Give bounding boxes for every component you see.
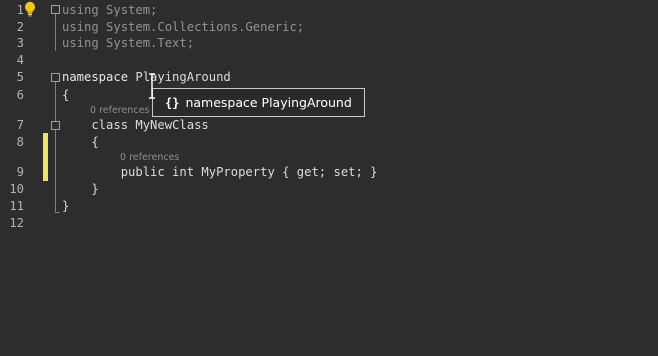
- code-line-9[interactable]: public int MyProperty { get; set; }: [62, 164, 378, 180]
- codelens-class-references[interactable]: 0 references: [90, 105, 149, 116]
- fold-toggle-class[interactable]: [51, 121, 60, 130]
- code-line-1[interactable]: using System;: [62, 2, 157, 18]
- editor-gutter: 1 2 3 4 5 6 7 8 9 10 11 12: [0, 0, 60, 356]
- fold-toggle-namespace[interactable]: [51, 73, 60, 82]
- code-line-3[interactable]: using System.Text;: [62, 35, 194, 51]
- line-number: 11: [9, 199, 24, 213]
- quick-info-tooltip: {} namespace PlayingAround: [152, 88, 365, 117]
- line-number: 4: [16, 53, 24, 67]
- line-number: 1: [16, 3, 24, 17]
- line-number: 10: [9, 182, 24, 196]
- code-editor[interactable]: 1 2 3 4 5 6 7 8 9 10 11 12 using System;…: [0, 0, 658, 356]
- codelens-property-references[interactable]: 0 references: [120, 152, 179, 163]
- namespace-keyword: namespace: [62, 70, 136, 84]
- line-number: 3: [16, 36, 24, 50]
- line-number: 9: [16, 165, 24, 179]
- code-line-2[interactable]: using System.Collections.Generic;: [62, 19, 304, 35]
- code-line-11[interactable]: }: [62, 198, 69, 214]
- quick-info-text: namespace PlayingAround: [185, 95, 352, 110]
- fold-toggle-using[interactable]: [51, 5, 60, 14]
- namespace-icon: {}: [165, 96, 180, 110]
- text-cursor-icon: [149, 73, 155, 99]
- line-number: 7: [16, 118, 24, 132]
- change-indicator-bar: [43, 133, 48, 181]
- code-line-7[interactable]: class MyNewClass: [62, 117, 208, 133]
- fold-guide: [55, 14, 56, 51]
- code-line-10[interactable]: }: [62, 181, 98, 197]
- fold-guide-end: [55, 212, 60, 213]
- line-number: 5: [16, 70, 24, 84]
- lightbulb-icon[interactable]: [22, 1, 38, 17]
- line-number: 2: [16, 20, 24, 34]
- code-line-6[interactable]: {: [62, 87, 69, 103]
- line-number: 8: [16, 135, 24, 149]
- fold-guide: [55, 82, 56, 212]
- line-number: 12: [9, 216, 24, 230]
- code-line-8[interactable]: {: [62, 134, 98, 150]
- line-number: 6: [16, 88, 24, 102]
